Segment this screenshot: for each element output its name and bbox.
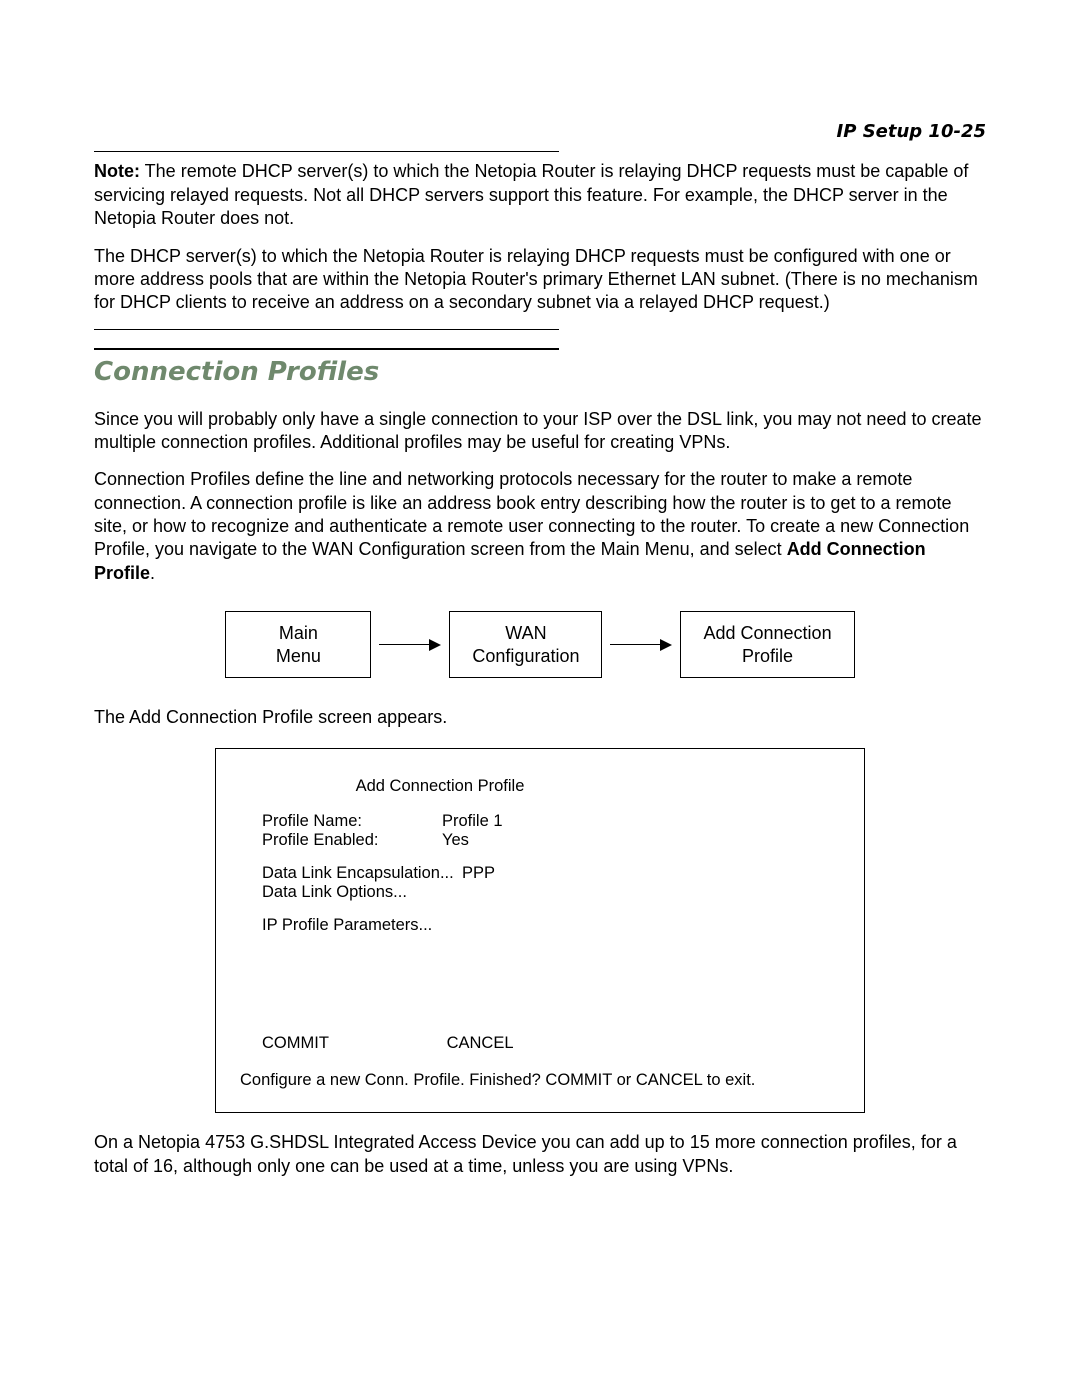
- note-text: The remote DHCP server(s) to which the N…: [94, 161, 968, 228]
- appears-paragraph: The Add Connection Profile screen appear…: [94, 706, 986, 729]
- running-header: IP Setup 10-25: [94, 120, 986, 143]
- section-heading: Connection Profiles: [94, 356, 986, 390]
- profile-enabled-value: Yes: [442, 831, 469, 850]
- arrow-icon: [379, 639, 441, 651]
- nav-diagram: Main Menu WAN Configuration Add Connecti…: [94, 611, 986, 678]
- profile-name-label: Profile Name:: [262, 812, 442, 831]
- nav-box3-line1: Add Connection: [703, 623, 831, 643]
- rule-mid: [94, 329, 559, 330]
- cancel-button[interactable]: CANCEL: [447, 1034, 514, 1052]
- note-label: Note:: [94, 161, 140, 181]
- nav-box-main-menu: Main Menu: [225, 611, 371, 678]
- terminal-actions: COMMIT CANCEL: [262, 1034, 840, 1053]
- terminal-block-name: Profile Name: Profile 1 Profile Enabled:…: [240, 812, 840, 850]
- profile-enabled-label: Profile Enabled:: [262, 831, 442, 850]
- arrow-icon: [610, 639, 672, 651]
- page: IP Setup 10-25 Note: The remote DHCP ser…: [0, 0, 1080, 1312]
- nav-box2-line1: WAN: [505, 623, 546, 643]
- nav-box3-line2: Profile: [742, 646, 793, 666]
- after-paragraph: On a Netopia 4753 G.SHDSL Integrated Acc…: [94, 1131, 986, 1178]
- nav-box-add-connection: Add Connection Profile: [680, 611, 854, 678]
- profile-name-value: Profile 1: [442, 812, 503, 831]
- terminal-block-datalink: Data Link Encapsulation... PPP Data Link…: [240, 864, 840, 902]
- nav-box-wan-config: WAN Configuration: [449, 611, 602, 678]
- datalink-options-label: Data Link Options...: [262, 883, 442, 902]
- terminal-title: Add Connection Profile: [240, 777, 840, 796]
- cp-paragraph-2b: .: [150, 563, 155, 583]
- note-paragraph: Note: The remote DHCP server(s) to which…: [94, 160, 986, 230]
- encap-label: Data Link Encapsulation...: [262, 864, 462, 883]
- encap-value: PPP: [462, 864, 495, 883]
- ip-profile-params: IP Profile Parameters...: [262, 916, 840, 935]
- terminal-screen-wrap: Add Connection Profile Profile Name: Pro…: [215, 748, 865, 1114]
- dhcp-paragraph: The DHCP server(s) to which the Netopia …: [94, 245, 986, 315]
- nav-box1-line1: Main: [279, 623, 318, 643]
- nav-box1-line2: Menu: [276, 646, 321, 666]
- cp-paragraph-2: Connection Profiles define the line and …: [94, 468, 986, 585]
- nav-box2-line2: Configuration: [472, 646, 579, 666]
- cp-paragraph-1: Since you will probably only have a sing…: [94, 408, 986, 455]
- rule-top: [94, 151, 559, 152]
- terminal-screen: Add Connection Profile Profile Name: Pro…: [215, 748, 865, 1114]
- terminal-footer: Configure a new Conn. Profile. Finished?…: [240, 1071, 840, 1090]
- commit-button[interactable]: COMMIT: [262, 1034, 442, 1053]
- rule-section: [94, 348, 559, 350]
